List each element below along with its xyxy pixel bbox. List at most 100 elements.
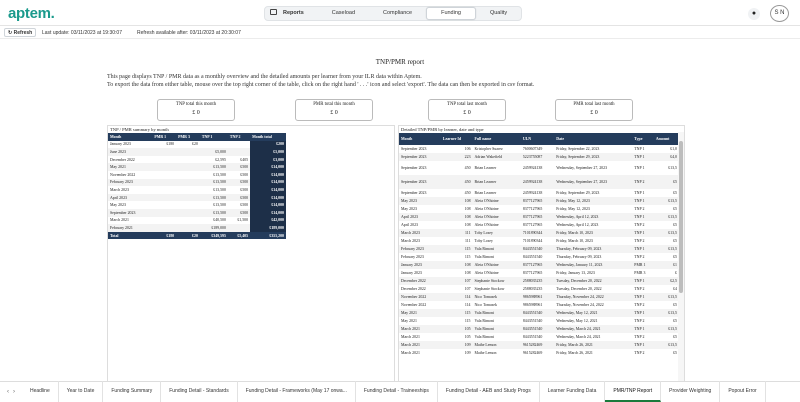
summary-table[interactable]: Month PMR 1 PMR 3 TNP 1 TNP 2 Month total Jan… [108,133,286,240]
kpi-value: £ 0 [192,110,200,116]
top-bar: aptem. Reports Caseload Compliance Funding Q… [0,0,800,26]
table-cell: 111 [464,239,471,243]
column-header[interactable]: ULN [520,133,555,145]
table-cell: December 2022 [110,157,135,162]
nav-caseload[interactable]: Caseload [318,7,369,20]
table-cell: May 2023 [399,197,441,205]
table-cell: £5 [673,207,677,211]
table-cell [176,171,200,179]
table-cell: 2459924138 [522,191,543,195]
tab-pmr-tnp-report[interactable]: PMR/TNP Report [605,381,662,402]
avatar[interactable]: S N [770,5,789,22]
table-cell [152,201,176,209]
table-cell: Aleta O'Shirine [472,213,521,221]
detail-panel: Detailed TNP/PMR by learner, date and ty… [398,125,685,393]
tab-funding-detail-frameworks-may-17-onwa[interactable]: Funding Detail - Frameworks (May 17 onwa… [238,381,356,402]
column-header[interactable]: TNP 2 [227,133,251,141]
table-cell: Aleta O'Shirine [472,261,521,269]
table-cell: TNP 1 [632,153,654,161]
table-cell: £5 [673,223,677,227]
table-cell: £500 [227,178,251,187]
aptem-logo[interactable]: aptem. [8,5,55,22]
table-row: January 2023 108 Aleta O'Shirine 8377127965… [399,261,679,269]
column-header[interactable]: Month total [250,133,286,141]
table-row: September 2023 £13,500 £500 £14,000 [108,208,286,217]
column-header[interactable]: Full name [472,133,521,145]
table-cell: PMR 1 [632,261,654,269]
table-cell: 8443551540 [520,309,555,317]
column-header[interactable]: Month [108,133,153,141]
table-cell: £5 [673,303,677,307]
tab-popout-error[interactable]: Popout Error [720,381,766,402]
chevron-right-icon[interactable]: › [13,389,15,395]
chevron-left-icon[interactable]: ‹ [7,389,9,395]
table-cell: Friday, March 26, 2021 [554,341,633,349]
table-row: September 2023 450 Brian Learner 2459924138… [399,161,679,175]
column-header[interactable]: PMR 3 [176,133,200,141]
column-header[interactable]: Amount [653,133,679,145]
tab-year-to-date[interactable]: Year to Date [59,381,104,402]
table-cell: January 2023 [401,271,422,275]
kpi-tnp-this-month: TNP total this month £ 0 [157,99,235,121]
column-header[interactable]: Learner Id [440,133,473,145]
table-cell: May 2023 [401,207,417,211]
table-cell: Thursday, November 24, 2022 [556,303,604,307]
tab-provider-weighting[interactable]: Provider Weighting [661,381,721,402]
detail-table[interactable]: Month Learner Id Full name ULN Date Type Amoun… [399,133,679,357]
column-header[interactable]: Type [632,133,654,145]
table-cell [152,186,176,194]
table-cell: 105 [464,335,471,339]
table-cell: £14,000 [250,193,286,202]
bell-icon[interactable]: ● [748,8,760,20]
nav-quality[interactable]: Quality [476,7,521,20]
table-cell: March 2023 [399,229,441,237]
column-header[interactable]: Month [399,133,441,145]
tab-funding-summary[interactable]: Funding Summary [103,381,162,402]
tab-headline[interactable]: Headline [22,381,59,402]
table-cell [176,193,200,202]
table-cell: 8443551540 [520,245,555,253]
table-cell: £500 [227,193,251,202]
table-cell: Tuesday, December 20, 2022 [554,277,633,285]
table-cell: 108 [464,207,471,211]
table-cell: March 2023 [401,239,420,243]
tab-funding-detail-aeb-and-study-progs[interactable]: Funding Detail - AEB and Study Progs [438,381,540,402]
table-cell: 9615282469 [520,341,555,349]
table-row: January 2023 £180 £20 £200 [108,140,286,149]
table-cell [176,208,200,217]
table-cell: 105 [440,325,473,333]
column-header[interactable]: TNP 1 [199,133,228,141]
table-cell: 7101890344 [520,229,555,237]
tab-scroll-arrows[interactable]: ‹ › [0,381,22,402]
table-cell: £13,500 [199,178,228,187]
column-header[interactable]: Date [554,133,633,145]
table-cell: 111 [440,229,473,237]
table-cell: 450 [440,175,473,189]
vertical-scrollbar[interactable] [678,132,684,390]
nav-compliance[interactable]: Compliance [369,7,426,20]
table-cell: £1,500 [237,218,249,223]
table-cell: 7600607349 [522,147,543,151]
tab-funding-detail-standards[interactable]: Funding Detail - Standards [161,381,238,402]
refresh-label: Refresh [13,30,33,36]
table-row: March 2021 £40,500 £1,500 £42,000 [108,216,286,225]
refresh-button[interactable]: ↻ Refresh [4,28,37,37]
column-header[interactable]: PMR 1 [152,133,177,141]
table-cell: Tuesday, December 20, 2022 [556,287,602,291]
tab-learner-funding-data[interactable]: Learner Funding Data [540,381,606,402]
tab-funding-detail-traineeships[interactable]: Funding Detail - Traineeships [356,381,438,402]
table-cell: Stephanie Stockow [472,277,521,285]
nav-funding[interactable]: Funding [426,7,476,20]
table-cell: Friday, March 10, 2023 [556,239,593,243]
table-cell: £500 [227,163,251,171]
table-cell: 115 [440,245,473,253]
table-cell: 106 [464,147,471,151]
table-cell: April 2023 [399,213,441,221]
table-row: February 2021 £189,000 £189,000 [108,224,286,232]
table-cell [176,217,200,225]
table-row: November 2022 114 Nico Tomasek 9865988961 Th… [399,301,679,309]
table-row: April 2023 108 Aleta O'Shirine 8377127965 We… [399,221,679,229]
table-row: May 2023 108 Aleta O'Shirine 8377127965 Frid… [399,205,679,213]
scrollbar-thumb[interactable] [679,141,683,293]
report-canvas: TNP/PMR report This page displays TNP / … [0,41,800,393]
